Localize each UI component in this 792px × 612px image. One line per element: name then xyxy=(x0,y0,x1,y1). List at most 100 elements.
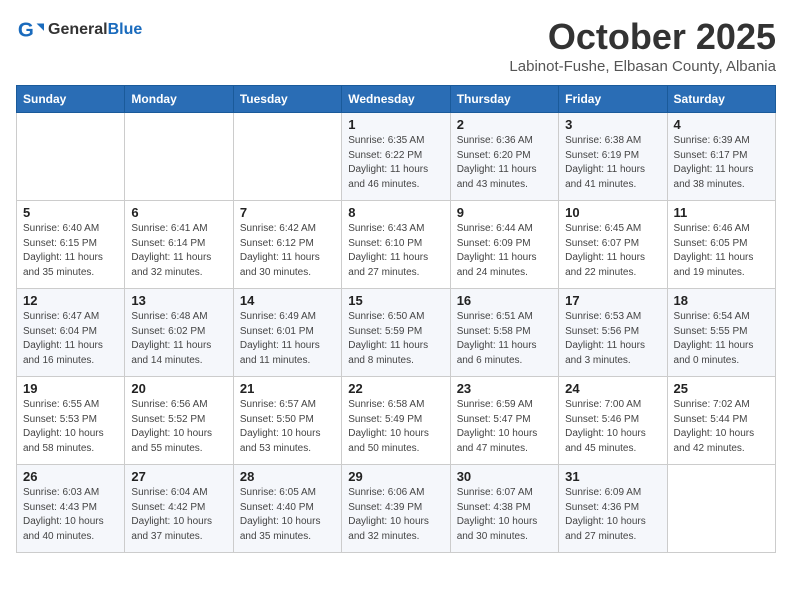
week-row-1: 1 Sunrise: 6:35 AMSunset: 6:22 PMDaylight… xyxy=(17,113,776,201)
day-info: Sunrise: 6:44 AMSunset: 6:09 PMDaylight:… xyxy=(457,222,552,280)
day-cell: 20Sunrise: 6:56 AMSunset: 5:52 PMDayligh… xyxy=(125,377,233,465)
day-info: Sunrise: 6:59 AMSunset: 5:47 PMDaylight:… xyxy=(457,398,552,456)
day-cell: 24 Sunrise: 7:00 AMSunset: 5:46 PMDayligh… xyxy=(559,377,667,465)
header-friday: Friday xyxy=(559,86,667,113)
day-number: 6 xyxy=(131,205,226,220)
day-cell: 16 Sunrise: 6:51 AMSunset: 5:58 PMDayligh… xyxy=(450,289,558,377)
day-cell: 10 Sunrise: 6:45 AMSunset: 6:07 PMDayligh… xyxy=(559,201,667,289)
day-number: 21 xyxy=(240,381,335,396)
day-number: 13 xyxy=(131,293,226,308)
day-cell: 4Sunrise: 6:39 AMSunset: 6:17 PMDaylight… xyxy=(667,113,775,201)
day-cell: 27 Sunrise: 6:04 AMSunset: 4:42 PMDayligh… xyxy=(125,465,233,553)
day-number: 16 xyxy=(457,293,552,308)
week-row-5: 26 Sunrise: 6:03 AMSunset: 4:43 PMDayligh… xyxy=(17,465,776,553)
logo-general: GeneralBlue xyxy=(48,21,142,39)
day-info: Sunrise: 6:43 AMSunset: 6:10 PMDaylight:… xyxy=(348,222,443,280)
logo-icon: G xyxy=(16,16,44,44)
day-cell xyxy=(233,113,341,201)
day-cell xyxy=(125,113,233,201)
day-info: Sunrise: 6:50 AMSunset: 5:59 PMDaylight:… xyxy=(348,310,443,368)
day-number: 24 xyxy=(565,381,660,396)
day-cell: 15 Sunrise: 6:50 AMSunset: 5:59 PMDayligh… xyxy=(342,289,450,377)
header-thursday: Thursday xyxy=(450,86,558,113)
day-number: 14 xyxy=(240,293,335,308)
day-cell: 31Sunrise: 6:09 AMSunset: 4:36 PMDayligh… xyxy=(559,465,667,553)
day-number: 15 xyxy=(348,293,443,308)
day-cell: 30 Sunrise: 6:07 AMSunset: 4:38 PMDayligh… xyxy=(450,465,558,553)
header-sunday: Sunday xyxy=(17,86,125,113)
day-number: 3 xyxy=(565,117,660,132)
day-info: Sunrise: 6:41 AMSunset: 6:14 PMDaylight:… xyxy=(131,222,226,280)
day-cell: 22Sunrise: 6:58 AMSunset: 5:49 PMDayligh… xyxy=(342,377,450,465)
day-info: Sunrise: 6:35 AMSunset: 6:22 PMDaylight:… xyxy=(348,134,443,192)
week-row-3: 12 Sunrise: 6:47 AMSunset: 6:04 PMDayligh… xyxy=(17,289,776,377)
day-cell: 11 Sunrise: 6:46 AMSunset: 6:05 PMDayligh… xyxy=(667,201,775,289)
day-number: 26 xyxy=(23,469,118,484)
day-info: Sunrise: 6:39 AMSunset: 6:17 PMDaylight:… xyxy=(674,134,769,192)
day-number: 18 xyxy=(674,293,769,308)
day-info: Sunrise: 6:36 AMSunset: 6:20 PMDaylight:… xyxy=(457,134,552,192)
day-number: 29 xyxy=(348,469,443,484)
day-number: 12 xyxy=(23,293,118,308)
day-info: Sunrise: 6:53 AMSunset: 5:56 PMDaylight:… xyxy=(565,310,660,368)
header-row: SundayMondayTuesdayWednesdayThursdayFrid… xyxy=(17,86,776,113)
day-cell: 25 Sunrise: 7:02 AMSunset: 5:44 PMDayligh… xyxy=(667,377,775,465)
header-monday: Monday xyxy=(125,86,233,113)
day-info: Sunrise: 6:47 AMSunset: 6:04 PMDaylight:… xyxy=(23,310,118,368)
day-info: Sunrise: 6:45 AMSunset: 6:07 PMDaylight:… xyxy=(565,222,660,280)
day-number: 1 xyxy=(348,117,443,132)
day-cell: 6 Sunrise: 6:41 AMSunset: 6:14 PMDaylight… xyxy=(125,201,233,289)
day-cell: 9 Sunrise: 6:44 AMSunset: 6:09 PMDaylight… xyxy=(450,201,558,289)
day-number: 23 xyxy=(457,381,552,396)
day-number: 20 xyxy=(131,381,226,396)
day-number: 17 xyxy=(565,293,660,308)
day-number: 28 xyxy=(240,469,335,484)
day-info: Sunrise: 6:38 AMSunset: 6:19 PMDaylight:… xyxy=(565,134,660,192)
day-info: Sunrise: 7:02 AMSunset: 5:44 PMDaylight:… xyxy=(674,398,769,456)
logo: G GeneralBlue xyxy=(16,16,142,44)
day-cell: 26 Sunrise: 6:03 AMSunset: 4:43 PMDayligh… xyxy=(17,465,125,553)
day-number: 9 xyxy=(457,205,552,220)
day-number: 10 xyxy=(565,205,660,220)
day-number: 7 xyxy=(240,205,335,220)
day-cell xyxy=(17,113,125,201)
day-info: Sunrise: 7:00 AMSunset: 5:46 PMDaylight:… xyxy=(565,398,660,456)
day-number: 19 xyxy=(23,381,118,396)
day-info: Sunrise: 6:46 AMSunset: 6:05 PMDaylight:… xyxy=(674,222,769,280)
day-number: 30 xyxy=(457,469,552,484)
day-cell: 8 Sunrise: 6:43 AMSunset: 6:10 PMDaylight… xyxy=(342,201,450,289)
day-cell: 17 Sunrise: 6:53 AMSunset: 5:56 PMDayligh… xyxy=(559,289,667,377)
week-row-4: 19 Sunrise: 6:55 AMSunset: 5:53 PMDayligh… xyxy=(17,377,776,465)
day-cell: 5Sunrise: 6:40 AMSunset: 6:15 PMDaylight… xyxy=(17,201,125,289)
day-number: 31 xyxy=(565,469,660,484)
day-info: Sunrise: 6:07 AMSunset: 4:38 PMDaylight:… xyxy=(457,486,552,544)
day-info: Sunrise: 6:49 AMSunset: 6:01 PMDaylight:… xyxy=(240,310,335,368)
day-cell xyxy=(667,465,775,553)
day-info: Sunrise: 6:05 AMSunset: 4:40 PMDaylight:… xyxy=(240,486,335,544)
day-number: 8 xyxy=(348,205,443,220)
day-info: Sunrise: 6:58 AMSunset: 5:49 PMDaylight:… xyxy=(348,398,443,456)
day-number: 11 xyxy=(674,205,769,220)
header-tuesday: Tuesday xyxy=(233,86,341,113)
day-info: Sunrise: 6:42 AMSunset: 6:12 PMDaylight:… xyxy=(240,222,335,280)
day-number: 25 xyxy=(674,381,769,396)
calendar-table: SundayMondayTuesdayWednesdayThursdayFrid… xyxy=(16,85,776,553)
header-wednesday: Wednesday xyxy=(342,86,450,113)
day-info: Sunrise: 6:04 AMSunset: 4:42 PMDaylight:… xyxy=(131,486,226,544)
location-title: Labinot-Fushe, Elbasan County, Albania xyxy=(509,58,776,75)
day-info: Sunrise: 6:51 AMSunset: 5:58 PMDaylight:… xyxy=(457,310,552,368)
day-number: 27 xyxy=(131,469,226,484)
day-cell: 12 Sunrise: 6:47 AMSunset: 6:04 PMDayligh… xyxy=(17,289,125,377)
day-info: Sunrise: 6:03 AMSunset: 4:43 PMDaylight:… xyxy=(23,486,118,544)
svg-text:G: G xyxy=(18,19,34,42)
day-cell: 3 Sunrise: 6:38 AMSunset: 6:19 PMDaylight… xyxy=(559,113,667,201)
day-cell: 7 Sunrise: 6:42 AMSunset: 6:12 PMDaylight… xyxy=(233,201,341,289)
day-cell: 19 Sunrise: 6:55 AMSunset: 5:53 PMDayligh… xyxy=(17,377,125,465)
page-header: G GeneralBlue October 2025 Labinot-Fushe… xyxy=(16,16,776,75)
week-row-2: 5Sunrise: 6:40 AMSunset: 6:15 PMDaylight… xyxy=(17,201,776,289)
day-info: Sunrise: 6:54 AMSunset: 5:55 PMDaylight:… xyxy=(674,310,769,368)
day-info: Sunrise: 6:55 AMSunset: 5:53 PMDaylight:… xyxy=(23,398,118,456)
day-info: Sunrise: 6:06 AMSunset: 4:39 PMDaylight:… xyxy=(348,486,443,544)
day-cell: 13Sunrise: 6:48 AMSunset: 6:02 PMDayligh… xyxy=(125,289,233,377)
day-info: Sunrise: 6:40 AMSunset: 6:15 PMDaylight:… xyxy=(23,222,118,280)
